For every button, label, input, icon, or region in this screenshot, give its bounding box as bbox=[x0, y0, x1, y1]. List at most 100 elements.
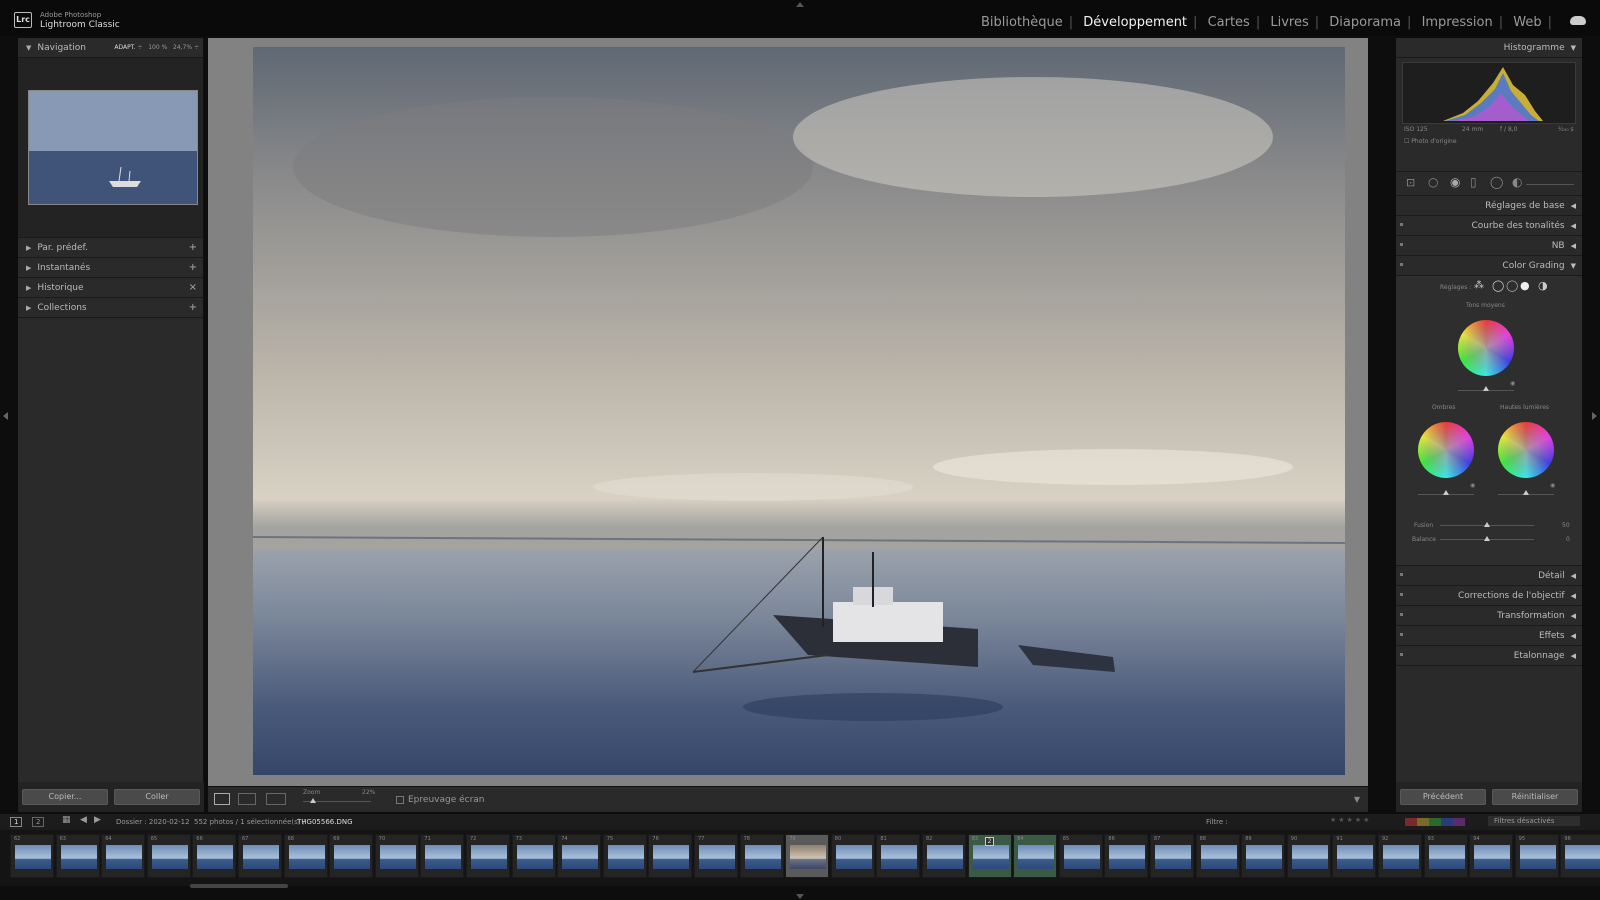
filmstrip-thumbnail[interactable]: 64 bbox=[101, 834, 146, 878]
panel-basic[interactable]: Réglages de base ◀ bbox=[1396, 196, 1582, 216]
fusion-knob[interactable] bbox=[1484, 522, 1490, 527]
panel-toggle-switch[interactable] bbox=[1400, 593, 1403, 596]
stack-count-badge[interactable]: 2 bbox=[984, 837, 995, 846]
bottom-panel-toggle-icon[interactable] bbox=[796, 894, 804, 899]
module-bibliotheque[interactable]: Bibliothèque bbox=[975, 15, 1069, 30]
compare-icon[interactable] bbox=[266, 793, 286, 805]
cg-shadows-icon[interactable]: ◯ bbox=[1492, 279, 1504, 292]
reset-button[interactable]: Réinitialiser bbox=[1492, 789, 1578, 805]
shadows-luminance-knob[interactable] bbox=[1443, 490, 1449, 495]
back-arrow-icon[interactable]: ◀ bbox=[80, 815, 87, 825]
navigator-header[interactable]: ▼ Navigation ADAPT. ÷ 100 % 24,7% ÷ bbox=[18, 38, 203, 58]
panel-toggle-switch[interactable] bbox=[1400, 223, 1403, 226]
filmstrip-thumbnail[interactable]: 70 bbox=[374, 834, 419, 878]
filmstrip-thumbnail[interactable]: 75 bbox=[602, 834, 647, 878]
zoom-custom[interactable]: 24,7% bbox=[173, 44, 192, 51]
filmstrip-thumbnail[interactable]: 89 bbox=[1241, 834, 1286, 878]
panel-detail[interactable]: Détail ◀ bbox=[1396, 566, 1582, 586]
filmstrip-thumbnail[interactable]: 92 bbox=[1378, 834, 1422, 878]
panel-toggle-switch[interactable] bbox=[1400, 613, 1403, 616]
color-grading-header[interactable]: Color Grading ▼ bbox=[1396, 256, 1582, 276]
crop-icon[interactable]: ⊡ bbox=[1406, 176, 1415, 189]
add-icon[interactable]: + bbox=[189, 302, 197, 313]
panel-toggle-switch[interactable] bbox=[1400, 653, 1403, 656]
add-icon[interactable]: + bbox=[189, 262, 197, 273]
midtones-luminance-knob[interactable] bbox=[1483, 386, 1489, 391]
module-diaporama[interactable]: Diaporama bbox=[1323, 15, 1407, 30]
filmstrip-thumbnail[interactable]: 86 bbox=[1104, 834, 1149, 878]
highlights-luminance-knob[interactable] bbox=[1523, 490, 1529, 495]
grid-view-icon[interactable]: ▦ bbox=[62, 815, 71, 825]
panel-calibration[interactable]: Etalonnage ◀ bbox=[1396, 646, 1582, 666]
toolbar-menu-icon[interactable]: ▼ bbox=[1354, 795, 1360, 804]
filmstrip-thumbnail[interactable]: 76 bbox=[648, 834, 693, 878]
filmstrip-thumbnail[interactable]: 66 bbox=[192, 834, 237, 878]
filter-preset-select[interactable]: Filtres désactivés bbox=[1488, 816, 1580, 826]
filmstrip-thumbnail[interactable]: 85 bbox=[1058, 834, 1103, 878]
filmstrip-thumbnail[interactable]: 90 bbox=[1286, 834, 1331, 878]
primary-window-button[interactable]: 1 bbox=[10, 817, 23, 827]
visibility-eye-icon[interactable]: ◉ bbox=[1550, 482, 1555, 489]
forward-arrow-icon[interactable]: ▶ bbox=[94, 815, 101, 825]
filmstrip-thumbnail[interactable]: 77 bbox=[694, 834, 738, 878]
filmstrip-thumbnail[interactable]: 94 bbox=[1469, 834, 1514, 878]
module-livres[interactable]: Livres bbox=[1264, 15, 1314, 30]
filmstrip-thumbnail[interactable]: 79 bbox=[785, 834, 830, 878]
filmstrip-thumbnail[interactable]: 69 bbox=[329, 834, 374, 878]
zoom-slider-knob[interactable] bbox=[310, 798, 316, 803]
panel-toggle-switch[interactable] bbox=[1400, 573, 1403, 576]
histogram-header[interactable]: Histogramme ▼ bbox=[1396, 38, 1582, 58]
brush-icon[interactable]: ◐ bbox=[1512, 175, 1522, 189]
module-impression[interactable]: Impression bbox=[1416, 15, 1499, 30]
module-developpement[interactable]: Développement bbox=[1077, 15, 1193, 30]
filmstrip-thumbnail[interactable]: 93 bbox=[1423, 834, 1468, 878]
main-photo[interactable] bbox=[253, 47, 1345, 775]
highlights-color-wheel[interactable] bbox=[1498, 422, 1554, 478]
paste-button[interactable]: Coller bbox=[114, 789, 200, 805]
brush-size-slider[interactable] bbox=[1526, 184, 1574, 185]
panel-toggle-switch[interactable] bbox=[1400, 263, 1403, 266]
panel-collections[interactable]: ▶ Collections + bbox=[18, 298, 203, 318]
panel-tone-curve[interactable]: Courbe des tonalités ◀ bbox=[1396, 216, 1582, 236]
filmstrip-thumbnail[interactable]: 80 bbox=[830, 834, 875, 878]
panel-snapshots[interactable]: ▶ Instantanés + bbox=[18, 258, 203, 278]
filmstrip-thumbnail[interactable]: 96 bbox=[1560, 834, 1600, 878]
filmstrip-thumbnail[interactable]: 83 2 bbox=[967, 834, 1012, 878]
filmstrip-thumbnail[interactable]: 78 bbox=[739, 834, 784, 878]
filmstrip-scrollbar[interactable] bbox=[190, 884, 288, 888]
panel-toggle-switch[interactable] bbox=[1400, 633, 1403, 636]
module-web[interactable]: Web bbox=[1507, 15, 1547, 30]
zoom-100[interactable]: 100 % bbox=[148, 44, 167, 51]
filmstrip-thumbnail[interactable]: 72 bbox=[466, 834, 510, 878]
module-cartes[interactable]: Cartes bbox=[1202, 15, 1256, 30]
cg-midtones-icon[interactable]: ◯ bbox=[1506, 279, 1518, 292]
visibility-eye-icon[interactable]: ◉ bbox=[1470, 482, 1475, 489]
color-label-filter[interactable] bbox=[1405, 818, 1465, 826]
filmstrip-thumbnail[interactable]: 71 bbox=[420, 834, 465, 878]
panel-effects[interactable]: Effets ◀ bbox=[1396, 626, 1582, 646]
cloud-sync-icon[interactable] bbox=[1570, 16, 1586, 25]
source-folder[interactable]: Dossier : 2020-02-12 bbox=[116, 818, 190, 826]
midtones-color-wheel[interactable] bbox=[1458, 320, 1514, 376]
graduated-filter-icon[interactable]: ▯ bbox=[1470, 175, 1477, 189]
panel-transform[interactable]: Transformation ◀ bbox=[1396, 606, 1582, 626]
right-panel-toggle-icon[interactable] bbox=[1592, 412, 1597, 420]
filmstrip-thumbnail[interactable]: 74 bbox=[557, 834, 602, 878]
filmstrip-thumbnail[interactable]: 63 bbox=[55, 834, 100, 878]
cg-three-way-icon[interactable]: ⁂ bbox=[1474, 280, 1484, 291]
add-icon[interactable]: + bbox=[189, 242, 197, 253]
filmstrip-thumbnail[interactable]: 81 bbox=[876, 834, 921, 878]
filmstrip-thumbnail[interactable]: 88 bbox=[1195, 834, 1240, 878]
spot-removal-icon[interactable]: ○ bbox=[1428, 175, 1438, 189]
panel-lens-corrections[interactable]: Corrections de l'objectif ◀ bbox=[1396, 586, 1582, 606]
filmstrip-thumbnail[interactable]: 62 bbox=[10, 834, 54, 878]
filmstrip-thumbnail[interactable]: 87 bbox=[1150, 834, 1194, 878]
left-panel-toggle-icon[interactable] bbox=[3, 412, 8, 420]
panel-history[interactable]: ▶ Historique × bbox=[18, 278, 203, 298]
current-filename[interactable]: THG05566.DNG bbox=[297, 818, 353, 826]
filmstrip-thumbnail[interactable]: 95 bbox=[1514, 834, 1559, 878]
top-panel-toggle-icon[interactable] bbox=[796, 2, 804, 7]
filmstrip-thumbnail[interactable]: 67 bbox=[238, 834, 282, 878]
radial-filter-icon[interactable]: ◯ bbox=[1490, 175, 1503, 189]
filmstrip-thumbnail[interactable]: 68 bbox=[283, 834, 328, 878]
